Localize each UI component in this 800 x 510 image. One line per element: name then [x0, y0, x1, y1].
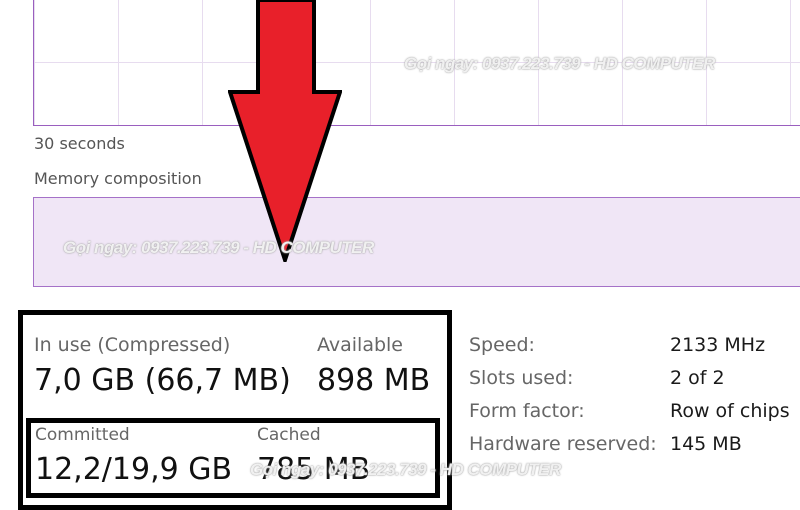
- hardware-reserved-label: Hardware reserved:: [469, 433, 657, 455]
- cached-label: Cached: [257, 425, 321, 445]
- memory-composition-label: Memory composition: [34, 169, 202, 188]
- form-factor-value: Row of chips: [670, 400, 790, 422]
- available-label: Available: [317, 334, 404, 356]
- graph-time-label: 30 seconds: [34, 134, 125, 153]
- available-value: 898 MB: [317, 363, 431, 398]
- committed-label: Committed: [35, 425, 130, 445]
- slots-used-label: Slots used:: [469, 367, 574, 389]
- committed-value: 12,2/19,9 GB: [35, 452, 233, 487]
- form-factor-label: Form factor:: [469, 400, 585, 422]
- in-use-label: In use (Compressed): [34, 334, 231, 356]
- in-use-value: 7,0 GB (66,7 MB): [34, 363, 291, 398]
- speed-value: 2133 MHz: [670, 334, 766, 356]
- watermark: Gọi ngay: 0937.223.739 - HD COMPUTER: [250, 460, 561, 479]
- watermark: Gọi ngay: 0937.223.739 - HD COMPUTER: [404, 54, 715, 73]
- hardware-reserved-value: 145 MB: [670, 433, 742, 455]
- down-arrow-icon: [228, 0, 342, 262]
- slots-used-value: 2 of 2: [670, 367, 725, 389]
- watermark: Gọi ngay: 0937.223.739 - HD COMPUTER: [63, 238, 374, 257]
- speed-label: Speed:: [469, 334, 535, 356]
